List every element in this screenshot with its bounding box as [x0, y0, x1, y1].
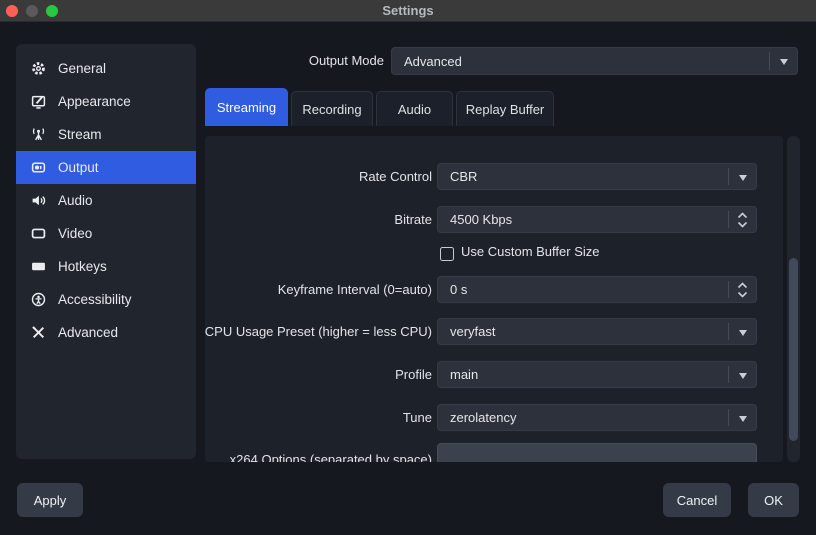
- sidebar-item-accessibility[interactable]: Accessibility: [16, 283, 196, 316]
- ok-button[interactable]: OK: [748, 483, 799, 517]
- rate-control-label: Rate Control: [359, 169, 432, 184]
- chevron-down-icon: [739, 372, 747, 379]
- titlebar: Settings: [0, 0, 816, 22]
- sidebar-item-label: Stream: [58, 127, 102, 142]
- appearance-icon: [30, 94, 46, 110]
- bitrate-value: 4500 Kbps: [450, 212, 513, 227]
- accessibility-icon: [30, 292, 46, 308]
- speaker-icon: [30, 193, 46, 209]
- tab-label: Audio: [397, 101, 432, 117]
- use-custom-buffer-size-checkbox[interactable]: [440, 247, 454, 261]
- sidebar-item-label: General: [58, 61, 107, 76]
- sidebar-item-output[interactable]: Output: [16, 151, 196, 184]
- rate-control-value: CBR: [450, 169, 478, 184]
- cancel-button[interactable]: Cancel: [663, 483, 731, 517]
- tab-streaming[interactable]: Streaming: [205, 88, 288, 126]
- monitor-icon: [30, 226, 46, 242]
- bitrate-label: Bitrate: [394, 212, 432, 227]
- keyboard-icon: [30, 259, 46, 275]
- streaming-settings-pane: Rate Control CBR Bitrate 4500 Kbps Use C…: [205, 136, 783, 462]
- output-mode-value: Advanced: [404, 53, 462, 69]
- cpu-usage-preset-select[interactable]: veryfast: [437, 318, 757, 345]
- sidebar-item-general[interactable]: General: [16, 52, 196, 85]
- divider: [728, 211, 729, 228]
- sidebar-item-video[interactable]: Video: [16, 217, 196, 250]
- tab-label: Recording: [302, 101, 362, 117]
- broadcast-icon: [30, 127, 46, 143]
- sidebar-item-appearance[interactable]: Appearance: [16, 85, 196, 118]
- pane-scrollbar[interactable]: [787, 136, 800, 462]
- sidebar-item-label: Audio: [58, 193, 93, 208]
- sidebar-item-label: Output: [58, 160, 99, 175]
- settings-window: Settings General Appearance Stream Outpu…: [0, 0, 816, 535]
- profile-value: main: [450, 367, 479, 382]
- tune-select[interactable]: zerolatency: [437, 404, 757, 431]
- spinner-arrows-icon[interactable]: [737, 211, 748, 231]
- divider: [728, 168, 729, 185]
- tab-label: Streaming: [216, 99, 277, 115]
- divider: [728, 323, 729, 340]
- tab-audio[interactable]: Audio: [376, 91, 453, 126]
- apply-button[interactable]: Apply: [17, 483, 83, 517]
- cpu-usage-preset-label: CPU Usage Preset (higher = less CPU): [205, 324, 432, 339]
- scrollbar-thumb[interactable]: [789, 258, 798, 441]
- divider: [728, 409, 729, 426]
- profile-select[interactable]: main: [437, 361, 757, 388]
- divider: [769, 52, 770, 70]
- chevron-down-icon: [739, 329, 747, 336]
- sidebar-item-label: Hotkeys: [58, 259, 107, 274]
- bitrate-spinner[interactable]: 4500 Kbps: [437, 206, 757, 233]
- rate-control-select[interactable]: CBR: [437, 163, 757, 190]
- gear-icon: [30, 61, 46, 77]
- sidebar-item-advanced[interactable]: Advanced: [16, 316, 196, 349]
- tune-value: zerolatency: [450, 410, 517, 425]
- keyframe-interval-value: 0 s: [450, 282, 468, 297]
- tab-recording[interactable]: Recording: [291, 91, 373, 126]
- divider: [728, 281, 729, 298]
- divider: [728, 366, 729, 383]
- use-custom-buffer-size-label: Use Custom Buffer Size: [461, 244, 600, 259]
- cpu-usage-preset-value: veryfast: [450, 324, 496, 339]
- sidebar-item-audio[interactable]: Audio: [16, 184, 196, 217]
- sidebar-item-hotkeys[interactable]: Hotkeys: [16, 250, 196, 283]
- sidebar-item-label: Appearance: [58, 94, 131, 109]
- chevron-down-icon: [780, 59, 788, 65]
- tab-label: Replay Buffer: [465, 101, 545, 117]
- chevron-down-icon: [739, 415, 747, 422]
- chevron-down-icon: [739, 174, 747, 181]
- output-mode-select[interactable]: Advanced: [391, 47, 798, 75]
- profile-label: Profile: [395, 367, 432, 382]
- sidebar-item-label: Advanced: [58, 325, 119, 340]
- output-mode-label: Output Mode: [308, 53, 384, 68]
- sidebar-item-label: Accessibility: [58, 292, 132, 307]
- sidebar-item-stream[interactable]: Stream: [16, 118, 196, 151]
- tune-label: Tune: [402, 410, 432, 425]
- tools-icon: [30, 325, 46, 341]
- sidebar-item-label: Video: [58, 226, 93, 241]
- x264-options-label: x264 Options (separated by space): [229, 452, 432, 462]
- output-icon: [30, 160, 46, 176]
- x264-options-input[interactable]: [437, 443, 757, 462]
- settings-sidebar: General Appearance Stream Output Audio V…: [16, 44, 196, 459]
- spinner-arrows-icon[interactable]: [737, 281, 748, 301]
- keyframe-interval-spinner[interactable]: 0 s: [437, 276, 757, 303]
- window-title: Settings: [382, 3, 434, 18]
- tab-replay-buffer[interactable]: Replay Buffer: [456, 91, 554, 126]
- keyframe-interval-label: Keyframe Interval (0=auto): [277, 282, 432, 297]
